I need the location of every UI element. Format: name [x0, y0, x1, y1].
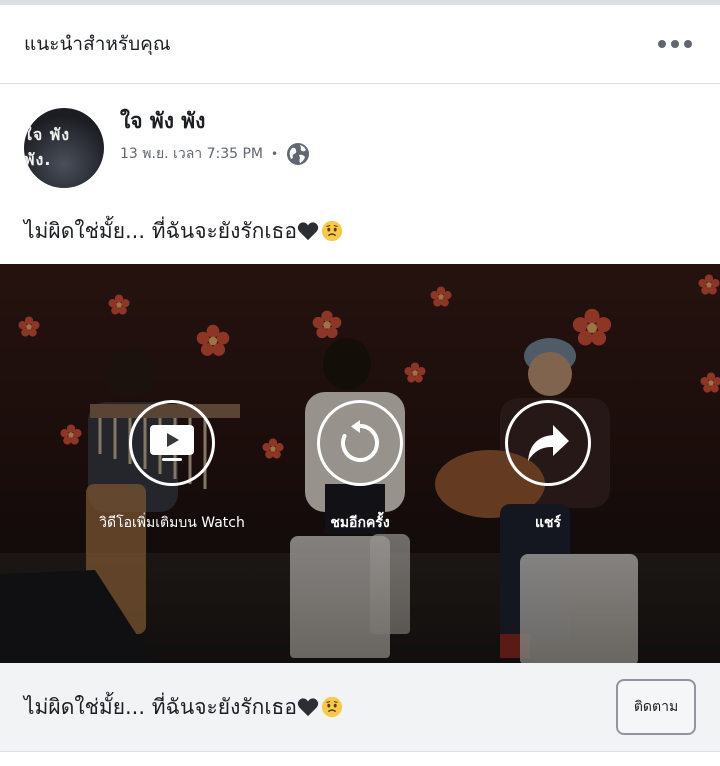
action-circle	[129, 400, 215, 486]
more-options-button[interactable]	[654, 34, 696, 54]
action-circle	[505, 400, 591, 486]
author-name[interactable]: ใจ พัง พัง	[120, 108, 310, 134]
worried-face-icon	[321, 220, 343, 242]
share-button[interactable]: แชร์	[448, 400, 648, 534]
more-dot-icon	[658, 40, 666, 48]
action-circle	[317, 400, 403, 486]
action-label: แชร์	[535, 512, 561, 534]
share-arrow-icon	[528, 425, 569, 461]
section-header: แนะนำสำหรับคุณ	[0, 5, 720, 83]
worried-face-icon	[321, 696, 343, 717]
avatar[interactable]: ใจ พัง พัง.	[24, 108, 104, 188]
action-label: ชมอีกครั้ง	[330, 512, 389, 534]
avatar-text: ใจ พัง พัง.	[24, 125, 71, 169]
post-text: ไม่ผิดใช่มั้ย... ที่ฉันจะยังรักเธอ	[24, 216, 343, 246]
meta-line: 13 พ.ย. เวลา 7:35 PM •	[120, 142, 310, 166]
more-videos-watch-button[interactable]: วิดีโอเพิ่มเติมบน Watch	[72, 400, 272, 534]
section-title: แนะนำสำหรับคุณ	[24, 33, 171, 55]
footer-text: ไม่ผิดใช่มั้ย... ที่ฉันจะยังรักเธอ	[24, 691, 343, 724]
action-label: วิดีโอเพิ่มเติมบน Watch	[99, 515, 245, 531]
post-text-content: ไม่ผิดใช่มั้ย... ที่ฉันจะยังรักเธอ	[24, 219, 297, 243]
footer-text-content: ไม่ผิดใช่มั้ย... ที่ฉันจะยังรักเธอ	[24, 694, 297, 719]
tv-play-icon	[150, 425, 194, 461]
black-heart-icon	[297, 222, 319, 241]
action-label-text: แชร์	[534, 515, 562, 531]
post-meta: ใจ พัง พัง 13 พ.ย. เวลา 7:35 PM •	[120, 108, 310, 166]
post-header: ใจ พัง พัง. ใจ พัง พัง 13 พ.ย. เวลา 7:35…	[24, 108, 310, 188]
video-player[interactable]: วิดีโอเพิ่มเติมบน Watch ชมอีกครั้ง แชร์	[0, 264, 720, 663]
replay-button[interactable]: ชมอีกครั้ง	[260, 400, 460, 534]
more-dot-icon	[671, 40, 679, 48]
replay-icon	[341, 420, 379, 462]
meta-separator: •	[271, 147, 279, 161]
follow-button[interactable]: ติดตาม	[616, 679, 696, 735]
post-timestamp[interactable]: 13 พ.ย. เวลา 7:35 PM	[120, 143, 263, 165]
action-label-text: ชมอีกครั้ง	[330, 515, 390, 531]
black-heart-icon	[297, 697, 319, 716]
divider	[0, 751, 720, 752]
more-dot-icon	[684, 40, 692, 48]
video-footer: ไม่ผิดใช่มั้ย... ที่ฉันจะยังรักเธอ ติดตา…	[0, 663, 720, 751]
divider	[0, 83, 720, 84]
globe-icon	[287, 143, 310, 165]
